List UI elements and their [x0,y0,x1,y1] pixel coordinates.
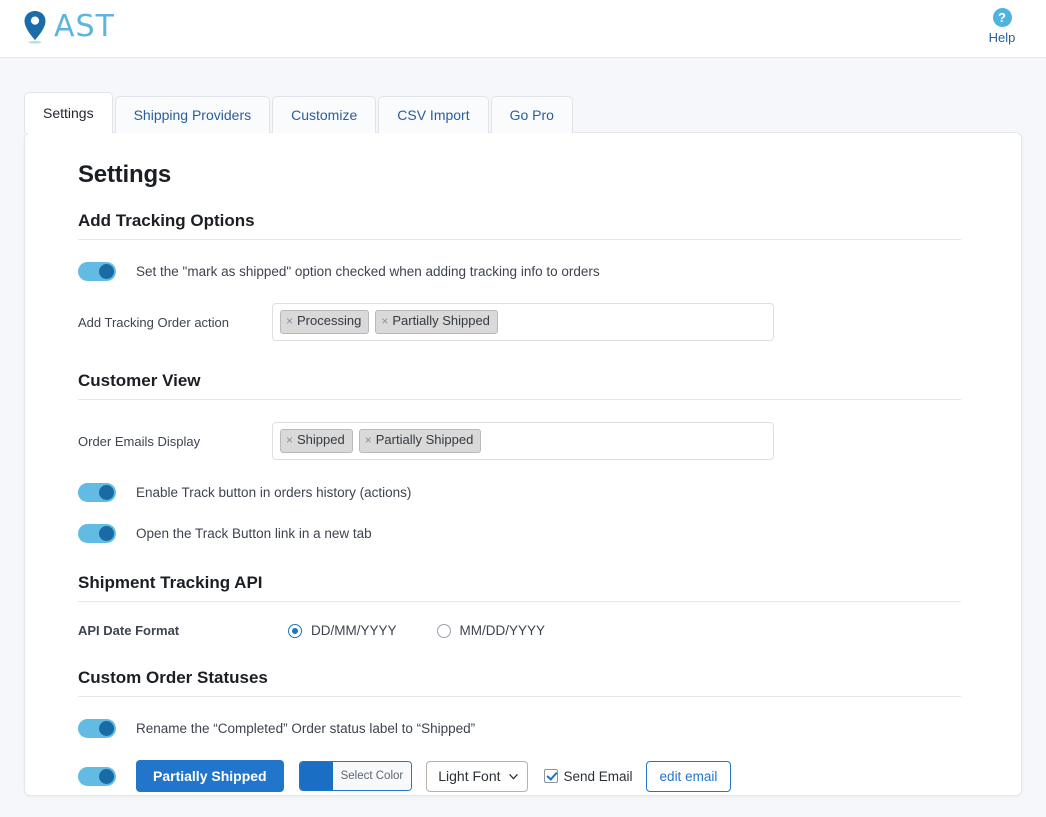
partially-shipped-status-row: Partially Shipped Select Color Light Fon… [78,760,991,792]
font-select-value: Light Font [438,768,501,784]
section-divider [78,239,961,240]
tag-chip[interactable]: × Partially Shipped [375,310,498,334]
add-tracking-order-action-select[interactable]: × Processing × Partially Shipped [272,303,774,341]
tab-csv-import[interactable]: CSV Import [378,96,489,133]
add-tracking-order-action-label: Add Tracking Order action [78,314,230,330]
color-picker-label: Select Color [332,762,412,790]
radio-ddmmyyyy-indicator[interactable] [288,623,302,638]
mark-as-shipped-label: Set the "mark as shipped" option checked… [136,264,600,279]
tab-customize[interactable]: Customize [272,96,377,133]
tab-settings-label: Settings [43,105,94,121]
section-divider [78,601,961,602]
send-email-checkbox-wrap[interactable]: Send Email [543,768,633,784]
logo-text: AST [54,9,115,44]
page-title: Settings [78,161,172,188]
tab-shipping-providers-label: Shipping Providers [133,107,252,123]
section-title-shipment-tracking-api: Shipment Tracking API [78,573,263,592]
tag-label: Processing [297,313,362,329]
settings-card: Settings Add Tracking Options Set the "m… [24,132,1022,796]
section-divider [78,696,961,697]
section-divider [78,399,961,400]
tag-chip[interactable]: × Shipped [280,429,353,453]
open-new-tab-toggle[interactable] [78,524,116,543]
tag-remove-icon[interactable]: × [286,433,293,447]
help-label: Help [988,30,1016,45]
tag-chip[interactable]: × Partially Shipped [358,429,482,453]
radio-ddmmyyyy[interactable]: DD/MM/YYYY [288,623,397,638]
section-title-custom-order-statuses: Custom Order Statuses [78,668,268,687]
api-date-format-row: API Date Format DD/MM/YYYY MM/DD/YYYY [78,623,991,638]
tag-chip[interactable]: × Processing [280,310,370,334]
radio-mmddyyyy[interactable]: MM/DD/YYYY [436,623,546,638]
tag-remove-icon[interactable]: × [365,433,372,447]
rename-completed-row: Rename the “Completed” Order status labe… [78,719,991,738]
section-title-customer-view: Customer View [78,371,201,390]
rename-completed-label: Rename the “Completed” Order status labe… [136,721,476,736]
tab-settings[interactable]: Settings [24,92,113,133]
tab-go-pro[interactable]: Go Pro [490,96,573,133]
tag-label: Partially Shipped [392,313,490,329]
radio-mmddyyyy-label: MM/DD/YYYY [459,623,546,638]
enable-track-button-row: Enable Track button in orders history (a… [78,483,991,502]
send-email-label: Send Email [563,768,633,784]
help-button[interactable]: ? Help [972,8,1032,45]
mark-as-shipped-toggle[interactable] [78,262,116,281]
font-select[interactable]: Light Font [426,760,528,792]
tab-shipping-providers[interactable]: Shipping Providers [114,96,271,133]
map-pin-icon [24,11,46,44]
tab-go-pro-label: Go Pro [509,107,554,123]
rename-completed-toggle[interactable] [78,719,116,738]
app-header: AST ? Help [0,0,1046,58]
color-swatch[interactable] [299,762,333,790]
enable-track-button-label: Enable Track button in orders history (a… [136,485,412,500]
mark-as-shipped-row: Set the "mark as shipped" option checked… [78,262,991,281]
edit-email-button[interactable]: edit email [645,760,732,792]
chevron-down-icon [508,773,518,780]
question-mark-icon: ? [992,8,1012,27]
tag-label: Shipped [297,432,345,448]
open-new-tab-label: Open the Track Button link in a new tab [136,526,372,541]
radio-ddmmyyyy-label: DD/MM/YYYY [311,623,397,638]
add-tracking-order-action-row: Add Tracking Order action × Processing ×… [78,303,991,341]
tab-csv-import-label: CSV Import [397,107,470,123]
order-emails-display-select[interactable]: × Shipped × Partially Shipped [272,422,774,460]
tag-label: Partially Shipped [375,432,474,448]
radio-mmddyyyy-indicator[interactable] [436,623,451,638]
api-date-format-label: API Date Format [78,623,180,638]
tab-bar: Settings Shipping Providers Customize CS… [24,92,1046,133]
order-emails-display-row: Order Emails Display × Shipped × Partial… [78,422,991,460]
tag-remove-icon[interactable]: × [286,314,293,328]
app-logo[interactable]: AST [22,10,115,44]
open-new-tab-row: Open the Track Button link in a new tab [78,524,991,543]
enable-track-button-toggle[interactable] [78,483,116,502]
color-picker[interactable]: Select Color [298,761,413,791]
partially-shipped-status-toggle[interactable] [78,766,116,786]
tab-customize-label: Customize [291,107,358,123]
partially-shipped-status-button[interactable]: Partially Shipped [136,760,284,792]
send-email-checkbox[interactable] [543,769,558,783]
order-emails-display-label: Order Emails Display [78,433,201,449]
tag-remove-icon[interactable]: × [381,314,388,328]
section-title-add-tracking-options: Add Tracking Options [78,211,255,230]
